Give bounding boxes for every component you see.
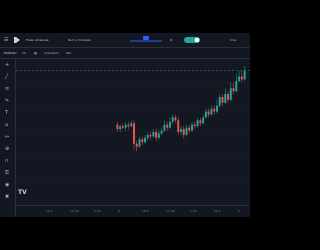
- candle-body: [180, 129, 182, 132]
- candlestick-chart[interactable]: [15, 58, 250, 205]
- magnet-icon[interactable]: ∩: [5, 159, 9, 164]
- candle-body: [171, 117, 174, 122]
- candle-body: [218, 96, 221, 106]
- time-axis[interactable]: 16:0 12:00 2:00 8 18:0 17:00 1:00 06:0 0: [16, 205, 250, 217]
- indicators-button[interactable]: Indicators: [44, 51, 59, 55]
- chart-pane[interactable]: TV: [15, 58, 250, 205]
- time-tick: 2:00: [94, 209, 101, 213]
- zoom-icon[interactable]: ⊕: [5, 147, 9, 152]
- trash-icon[interactable]: ✖: [5, 195, 9, 200]
- candle-body: [193, 124, 196, 127]
- drawing-toolbar: + ╱ ≡ ✎ T ⌂ ↦ ⊕ ∩ ⚿ ◉ ✖: [0, 59, 16, 217]
- candle-body: [174, 117, 177, 121]
- layout-title[interactable]: Forex at Ginsie: [26, 38, 48, 42]
- candle-body: [138, 139, 141, 147]
- templates-button[interactable]: Tab: [66, 51, 71, 55]
- candle-body: [232, 88, 235, 92]
- candle-body: [199, 120, 202, 124]
- gear-icon[interactable]: ⚙: [170, 38, 173, 42]
- candle-body: [235, 80, 238, 92]
- time-tick: 17:00: [166, 209, 175, 213]
- candle-body: [168, 121, 171, 128]
- candle-body: [243, 70, 246, 80]
- candle-body: [221, 96, 224, 103]
- candle-body: [133, 123, 135, 144]
- time-tick: 12:00: [70, 209, 79, 213]
- trendline-icon[interactable]: ╱: [5, 75, 8, 80]
- candle-body: [191, 124, 194, 131]
- time-tick: 16:0: [46, 209, 53, 213]
- brush-icon[interactable]: ✎: [5, 99, 9, 104]
- candle-body: [240, 76, 243, 80]
- candle-body: [202, 117, 205, 124]
- crosshair-icon[interactable]: +: [5, 63, 9, 68]
- mode-label[interactable]: Not in Ukhaban: [68, 38, 91, 42]
- eye-icon[interactable]: ◉: [5, 183, 9, 188]
- candle-body: [144, 137, 147, 143]
- candle-body: [155, 132, 158, 138]
- replay-slider[interactable]: [128, 36, 164, 44]
- candle-body: [207, 111, 210, 115]
- chart-toolbar: EURUSD 1h ▦ Indicators Tab: [0, 48, 250, 59]
- hamburger-icon[interactable]: ☰: [4, 38, 8, 43]
- candle-body: [116, 124, 119, 130]
- time-tick: 8: [118, 209, 120, 213]
- tradingview-logo: TV: [18, 189, 27, 196]
- ruler-icon[interactable]: ↦: [5, 135, 9, 140]
- candle-body: [152, 132, 155, 137]
- candle-body: [238, 76, 241, 81]
- candle-body: [119, 126, 122, 130]
- toggle-switch[interactable]: [184, 37, 200, 43]
- candle-body: [204, 111, 207, 118]
- candle-body: [157, 133, 160, 138]
- candle-body: [177, 120, 180, 132]
- fib-icon[interactable]: ≡: [5, 87, 9, 92]
- time-tick: 18:0: [142, 209, 149, 213]
- candle-body: [185, 127, 188, 135]
- candle-body: [149, 134, 152, 137]
- grid-lines: [15, 58, 250, 205]
- candle-body: [188, 127, 191, 131]
- candle-body: [224, 94, 227, 103]
- candle-style-icon[interactable]: ▦: [34, 51, 37, 55]
- symbol-search[interactable]: EURUSD: [4, 51, 17, 55]
- candle-body: [160, 130, 163, 134]
- top-bar: ☰ Forex at Ginsie Not in Ukhaban ⚙ Clos: [0, 33, 250, 48]
- time-tick: 1:00: [190, 209, 197, 213]
- candle-body: [124, 124, 127, 128]
- time-tick: 06:0: [214, 209, 221, 213]
- close-label[interactable]: Clos: [230, 38, 236, 42]
- candle-body: [166, 124, 169, 128]
- candle-body: [163, 124, 166, 131]
- candle-body: [229, 88, 232, 100]
- candle-body: [210, 108, 213, 115]
- candle-body: [182, 129, 185, 135]
- pattern-icon[interactable]: ⌂: [5, 123, 8, 128]
- text-icon[interactable]: T: [5, 111, 8, 116]
- candle-body: [146, 134, 149, 138]
- candle-body: [141, 139, 144, 143]
- candle-body: [135, 143, 138, 147]
- app-screen: ☰ Forex at Ginsie Not in Ukhaban ⚙ Clos …: [0, 33, 250, 217]
- time-tick: 0: [238, 209, 240, 213]
- candle-body: [215, 105, 218, 112]
- play-icon[interactable]: [14, 37, 20, 43]
- lock-icon[interactable]: ⚿: [5, 171, 9, 176]
- candle-body: [130, 123, 133, 127]
- interval-selector[interactable]: 1h: [22, 51, 26, 55]
- candle-body: [227, 94, 229, 100]
- candle-body: [127, 124, 130, 127]
- candle-body: [213, 108, 216, 112]
- candle-body: [196, 120, 199, 127]
- candle-body: [121, 126, 124, 128]
